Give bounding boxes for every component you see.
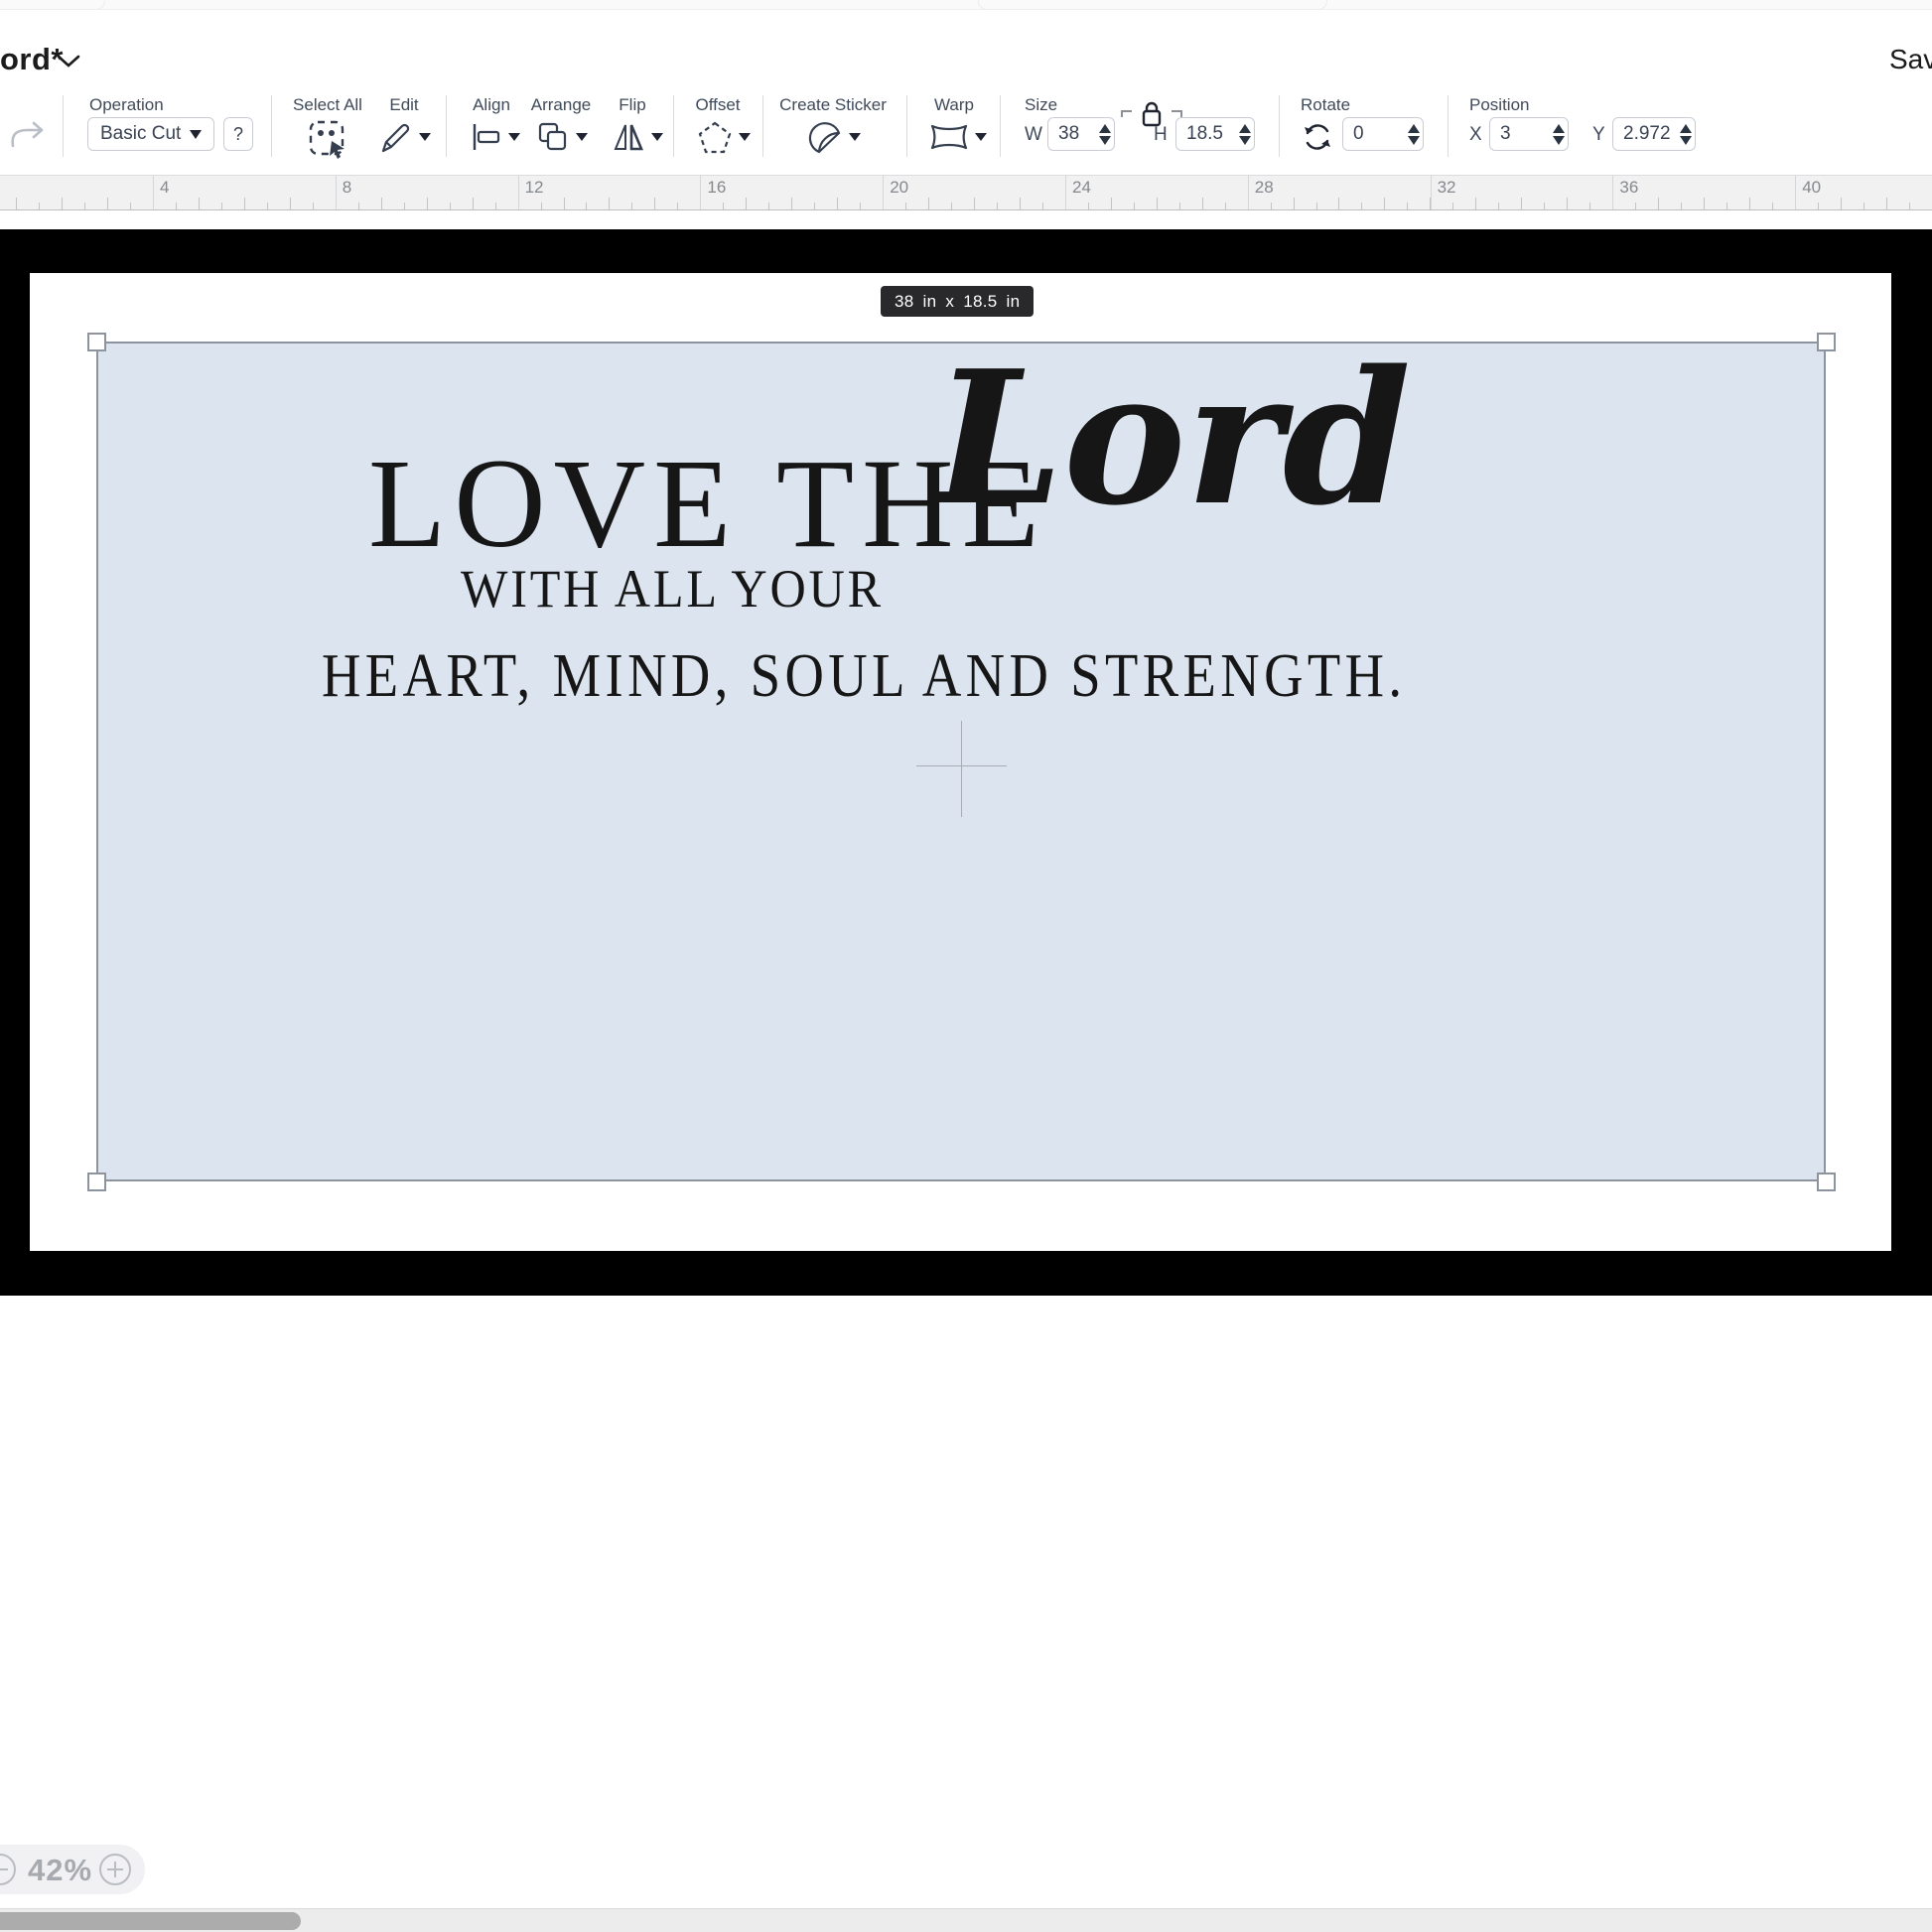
operation-help-button[interactable]: ? xyxy=(223,117,253,151)
document-title: ord* xyxy=(0,42,64,77)
align-button[interactable] xyxy=(471,121,502,153)
warp-button[interactable] xyxy=(929,123,969,151)
position-y-stepper[interactable] xyxy=(1680,124,1692,146)
design-text-line2: WITH ALL YOUR xyxy=(461,558,884,620)
create-sticker-button[interactable] xyxy=(807,120,843,156)
horizontal-ruler: 481216202428323640 xyxy=(0,175,1932,210)
arrange-caret-icon[interactable] xyxy=(576,133,588,141)
operation-label: Operation xyxy=(89,95,164,115)
operation-select[interactable]: Basic Cut xyxy=(87,117,214,151)
selection-center-crosshair xyxy=(961,721,962,817)
zoom-control: 42% xyxy=(0,1845,145,1894)
flip-button[interactable] xyxy=(612,120,645,154)
selection-center-crosshair xyxy=(916,765,1007,766)
warp-label: Warp xyxy=(934,95,974,115)
align-label: Align xyxy=(473,95,510,115)
design-text-script: Lord xyxy=(934,330,1411,546)
select-all-label: Select All xyxy=(293,95,362,115)
redo-icon[interactable] xyxy=(8,119,48,151)
create-sticker-caret-icon[interactable] xyxy=(849,133,861,141)
zoom-out-button[interactable] xyxy=(0,1854,16,1885)
horizontal-scrollbar-thumb[interactable] xyxy=(0,1912,301,1930)
rotate-label: Rotate xyxy=(1301,95,1350,115)
size-w-label: W xyxy=(1025,124,1042,146)
selected-design[interactable]: LOVE THE Lord WITH ALL YOUR HEART, MIND,… xyxy=(96,342,1826,1181)
top-tab-outline xyxy=(0,0,105,10)
size-h-stepper[interactable] xyxy=(1239,124,1251,146)
horizontal-scrollbar-track[interactable] xyxy=(0,1908,1932,1932)
align-caret-icon[interactable] xyxy=(508,133,520,141)
offset-button[interactable] xyxy=(697,120,733,156)
zoom-in-button[interactable] xyxy=(99,1854,131,1885)
create-sticker-label: Create Sticker xyxy=(779,95,887,115)
save-button[interactable]: Save xyxy=(1889,44,1932,75)
offset-caret-icon[interactable] xyxy=(739,133,751,141)
operation-value: Basic Cut xyxy=(100,123,181,145)
selection-handle-bottom-right[interactable] xyxy=(1817,1173,1836,1191)
selection-handle-top-left[interactable] xyxy=(87,333,106,351)
offset-label: Offset xyxy=(695,95,740,115)
ruler-ticks: 481216202428323640 xyxy=(0,176,1932,209)
position-label: Position xyxy=(1469,95,1529,115)
rotate-stepper[interactable] xyxy=(1408,124,1420,146)
dropdown-caret-icon xyxy=(190,130,202,139)
chevron-down-icon[interactable] xyxy=(56,54,81,74)
position-y-label: Y xyxy=(1592,124,1605,146)
edit-label: Edit xyxy=(389,95,418,115)
selection-handle-bottom-left[interactable] xyxy=(87,1173,106,1191)
top-tab-outline xyxy=(978,0,1327,10)
flip-caret-icon[interactable] xyxy=(651,133,663,141)
flip-label: Flip xyxy=(619,95,645,115)
zoom-level: 42% xyxy=(28,1853,92,1888)
selection-size-badge: 38 in x 18.5 in xyxy=(881,286,1034,317)
arrange-button[interactable] xyxy=(536,120,570,154)
size-label: Size xyxy=(1025,95,1057,115)
edit-button[interactable] xyxy=(379,121,413,155)
position-x-stepper[interactable] xyxy=(1553,124,1565,146)
arrange-label: Arrange xyxy=(531,95,591,115)
selection-handle-top-right[interactable] xyxy=(1817,333,1836,351)
edit-caret-icon[interactable] xyxy=(419,133,431,141)
design-text-line3: HEART, MIND, SOUL AND STRENGTH. xyxy=(322,641,1406,712)
size-h-label: H xyxy=(1154,124,1168,146)
size-lock-icon[interactable] xyxy=(1120,101,1183,129)
select-all-button[interactable] xyxy=(308,119,351,161)
position-x-label: X xyxy=(1469,124,1482,146)
browser-top-strip xyxy=(0,0,1932,10)
header-bar: ord* Save xyxy=(0,10,1932,87)
size-w-stepper[interactable] xyxy=(1099,124,1111,146)
warp-caret-icon[interactable] xyxy=(975,133,987,141)
toolbar: Operation Basic Cut ? Select All Edit Al… xyxy=(0,87,1932,171)
rotate-icon[interactable] xyxy=(1301,121,1334,153)
